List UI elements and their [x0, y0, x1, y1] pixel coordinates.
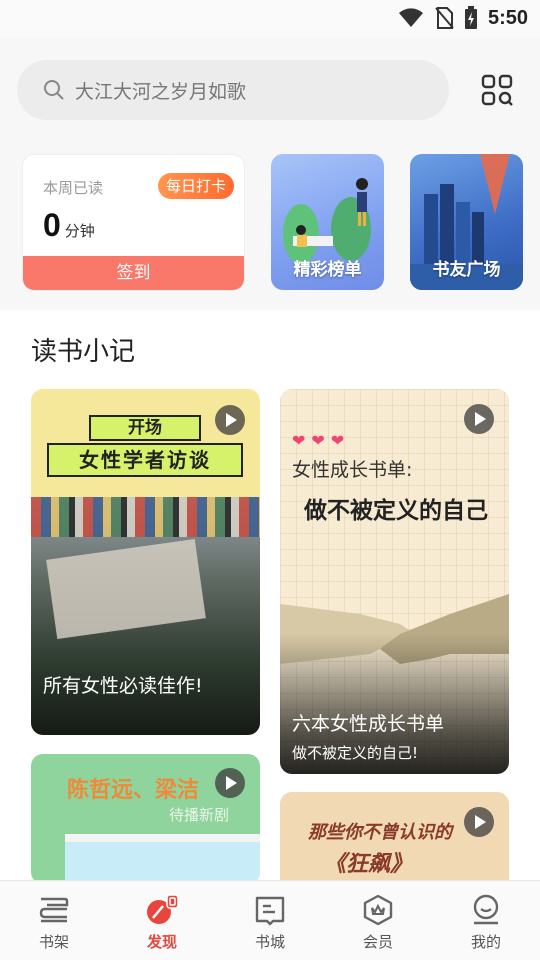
bottom-tab-bar: 书架 发现 书城 会员 我的 — [0, 880, 540, 960]
tab-label: 会员 — [362, 933, 393, 951]
discover-icon — [147, 894, 179, 924]
card-headline: 做不被定义的自己 — [304, 498, 488, 524]
tab-label: 我的 — [470, 933, 501, 951]
bookstore-icon — [255, 896, 285, 926]
minutes-read: 0 分钟 — [43, 207, 95, 244]
tab-label: 发现 — [146, 933, 177, 951]
daily-checkin-badge[interactable]: 每日打卡 — [157, 173, 234, 199]
card-frame-image — [65, 834, 260, 884]
card-line1: 那些你不曾认识的 — [308, 822, 452, 843]
card-bookshelf-image — [31, 497, 260, 537]
card-headline: 陈哲远、梁洁 — [67, 778, 200, 803]
community-tile-label: 书友广场 — [432, 260, 501, 280]
weekly-reading-card[interactable]: 本周已读 每日打卡 0 分钟 签到 — [22, 154, 245, 291]
signin-button[interactable]: 签到 — [23, 256, 244, 290]
card-subcaption: 做不被定义的自己! — [292, 744, 419, 762]
status-time: 5:50 — [487, 6, 528, 29]
note-card-women-interview[interactable]: 开场 女性学者访谈 所有女性必读佳作! — [31, 389, 260, 735]
bookshelf-icon — [39, 897, 69, 923]
no-sim-icon — [435, 7, 454, 29]
ranking-tile-label: 精彩榜单 — [293, 260, 362, 280]
card-line2: 《狂飙》 — [324, 852, 413, 877]
tab-label: 书城 — [254, 933, 285, 951]
wifi-icon — [398, 8, 423, 27]
note-card-growth-booklist[interactable]: ❤❤❤ 女性成长书单: 做不被定义的自己 六本女性成长书单 做不被定义的自己! — [280, 389, 509, 774]
card-banner-top: 开场 — [89, 415, 201, 441]
tab-vip[interactable]: 会员 — [324, 881, 432, 960]
search-placeholder: 大江大河之岁月如歌 — [75, 80, 247, 103]
note-card-new-drama[interactable]: 陈哲远、梁洁 待播新剧 — [31, 754, 260, 884]
search-bar[interactable]: 大江大河之岁月如歌 — [17, 60, 449, 120]
card-subheading: 待播新剧 — [169, 806, 230, 824]
tab-bookstore[interactable]: 书城 — [216, 881, 324, 960]
search-icon — [44, 80, 64, 100]
tab-label: 书架 — [38, 933, 69, 951]
weekly-read-label: 本周已读 — [43, 179, 104, 197]
card-banner-main: 女性学者访谈 — [47, 443, 243, 477]
tab-discover[interactable]: 发现 — [108, 881, 216, 960]
hearts-icon: ❤❤❤ — [292, 431, 351, 450]
card-heading: 女性成长书单: — [292, 459, 413, 481]
profile-icon — [473, 894, 499, 925]
play-icon[interactable] — [464, 807, 494, 837]
status-bar: 5:50 — [0, 0, 540, 38]
minutes-value: 0 — [43, 207, 61, 243]
vip-icon — [363, 894, 393, 926]
note-card-kuangbiao[interactable]: 那些你不曾认识的 《狂飙》 — [280, 792, 509, 892]
card-caption: 所有女性必读佳作! — [43, 675, 203, 697]
minutes-unit: 分钟 — [64, 222, 95, 240]
play-icon[interactable] — [464, 404, 494, 434]
community-tile[interactable]: 书友广场 — [410, 154, 523, 290]
play-icon[interactable] — [215, 768, 245, 798]
ranking-tile[interactable]: 精彩榜单 — [271, 154, 384, 290]
scan-icon[interactable] — [481, 74, 513, 106]
card-caption: 六本女性成长书单 — [292, 713, 445, 735]
play-icon[interactable] — [215, 405, 245, 435]
tab-bookshelf[interactable]: 书架 — [0, 881, 108, 960]
battery-icon — [464, 6, 477, 29]
section-title: 读书小记 — [31, 337, 136, 367]
tab-profile[interactable]: 我的 — [432, 881, 540, 960]
discover-header: 大江大河之岁月如歌 本周已读 每日打卡 0 分钟 签到 精彩榜单 书友广场 — [0, 38, 540, 310]
